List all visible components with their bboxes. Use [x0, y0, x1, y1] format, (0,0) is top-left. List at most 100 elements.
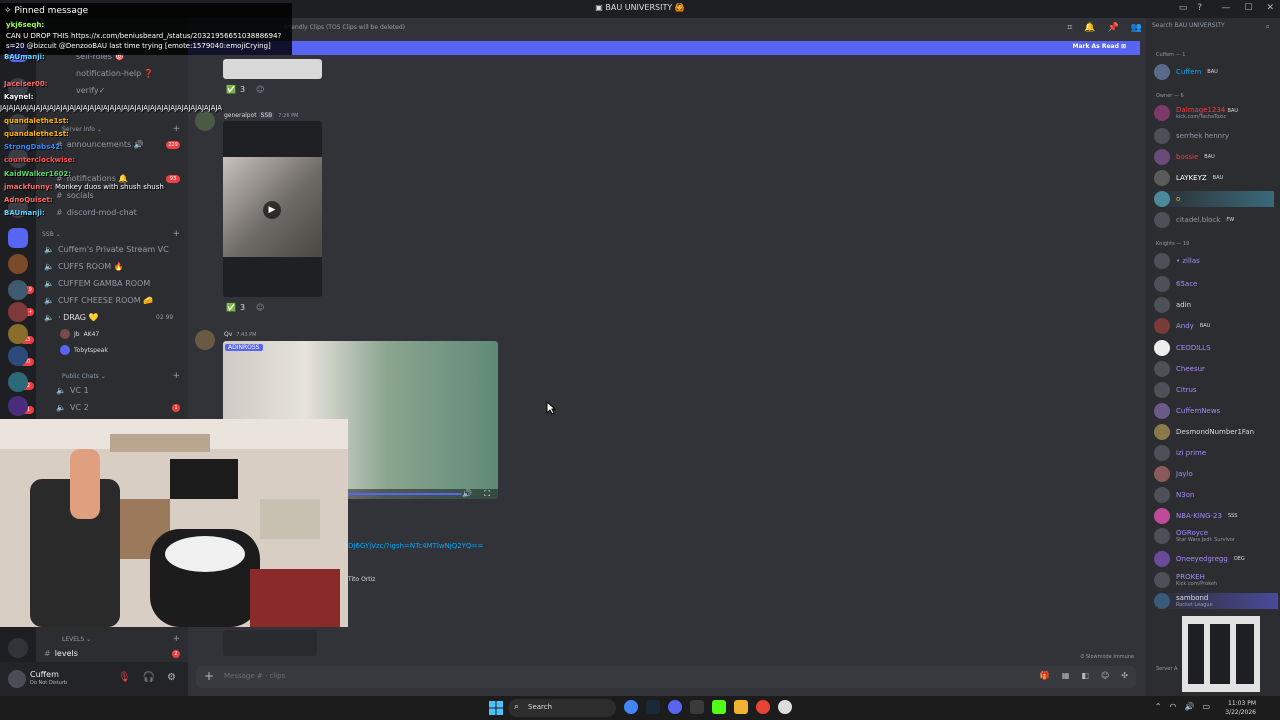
- server-search-input[interactable]: Search BAU UNIVERSITY ⌕: [1152, 22, 1274, 34]
- voice-channel[interactable]: 🔈 Cuffem's Private Stream VC: [44, 245, 169, 254]
- server-icon[interactable]: [8, 280, 28, 300]
- member-item[interactable]: CEODILLS: [1154, 340, 1211, 356]
- avatar[interactable]: [195, 111, 215, 131]
- member-item[interactable]: Cheesur: [1154, 361, 1205, 377]
- server-icon[interactable]: [8, 302, 28, 322]
- member-item[interactable]: Dalmage1234 BAU kick.com/TashaToxic: [1154, 105, 1238, 121]
- reaction[interactable]: ✅ 3: [226, 85, 245, 94]
- video-attachment[interactable]: ▶: [223, 121, 322, 297]
- close-button[interactable]: ✕: [1266, 3, 1274, 13]
- pin-icon[interactable]: 📌: [1108, 23, 1119, 33]
- member-item[interactable]: o: [1154, 191, 1274, 207]
- member-item[interactable]: NBA-KING-23 SSS: [1154, 508, 1237, 524]
- voice-channel-vc2[interactable]: 🔈 VC 2: [56, 403, 89, 412]
- windows-start-icon[interactable]: [489, 701, 503, 715]
- server-icon[interactable]: [8, 372, 28, 392]
- inbox-icon[interactable]: ▭: [1179, 3, 1188, 13]
- discover-icon[interactable]: [8, 638, 28, 658]
- help-icon[interactable]: ?: [1197, 3, 1202, 13]
- member-item[interactable]: serrhek hennry: [1154, 128, 1229, 144]
- member-item[interactable]: bossie BAU: [1154, 149, 1215, 165]
- server-icon[interactable]: [8, 324, 28, 344]
- voice-channel[interactable]: 🔈 CUFFEM GAMBA ROOM: [44, 279, 150, 288]
- channel-socials[interactable]: # socials: [56, 191, 94, 200]
- member-item[interactable]: Andy BAU: [1154, 318, 1210, 334]
- fullscreen-icon[interactable]: ⛶: [484, 489, 490, 499]
- add-channel-icon[interactable]: +: [172, 124, 180, 134]
- member-item[interactable]: izi prime: [1154, 445, 1206, 461]
- server-icon[interactable]: [8, 228, 28, 248]
- app-icon[interactable]: [690, 700, 704, 714]
- gif-icon[interactable]: ▦: [1062, 671, 1070, 680]
- member-item[interactable]: CuffemNews: [1154, 403, 1220, 419]
- voice-channel[interactable]: 🔈 CUFF CHEESE ROOM 🧀: [44, 296, 153, 305]
- chevron-up-icon[interactable]: ⌃: [1155, 702, 1162, 711]
- channel-discord-mod-chat[interactable]: # discord-mod-chat: [56, 208, 137, 217]
- chrome-icon[interactable]: [624, 700, 638, 714]
- server-icon[interactable]: [8, 396, 28, 416]
- username[interactable]: Cuffem: [30, 670, 59, 679]
- member-item[interactable]: • zillas: [1154, 253, 1200, 269]
- attachment-image[interactable]: [223, 59, 322, 79]
- volume-icon[interactable]: 🔊: [1184, 702, 1194, 711]
- mark-as-read-button[interactable]: Mark As Read ⊠: [1072, 43, 1126, 50]
- member-item[interactable]: Citrus: [1154, 382, 1197, 398]
- headphones-icon[interactable]: 🎧: [143, 672, 155, 683]
- category-ssb[interactable]: SSB ⌄: [42, 231, 61, 238]
- minimize-button[interactable]: —: [1221, 3, 1230, 13]
- reaction[interactable]: ✅ 3: [226, 303, 245, 312]
- member-item[interactable]: DesmondNumber1Fan: [1154, 424, 1254, 440]
- avatar[interactable]: [195, 330, 215, 350]
- member-item[interactable]: OGRoyce Star Wars Jedi: Survivor: [1154, 528, 1235, 544]
- message-author[interactable]: generalpot SSB 7:26 PM: [224, 112, 298, 119]
- server-icon[interactable]: [8, 346, 28, 366]
- sticker-icon[interactable]: ◧: [1081, 671, 1089, 680]
- volume-icon[interactable]: 🔊: [462, 489, 472, 498]
- voice-channel[interactable]: 🔈 CUFFS ROOM 🔥: [44, 262, 124, 271]
- app-icon[interactable]: [778, 700, 792, 714]
- category-levels[interactable]: LEVELS ⌄: [62, 636, 91, 643]
- voice-channel-vc1[interactable]: 🔈 VC 1: [56, 386, 89, 395]
- add-attachment-icon[interactable]: +: [204, 669, 214, 683]
- member-item[interactable]: Jaylo: [1154, 466, 1193, 482]
- maximize-button[interactable]: ☐: [1244, 3, 1252, 13]
- member-item[interactable]: citadel.block FW: [1154, 212, 1234, 228]
- file-explorer-icon[interactable]: [734, 700, 748, 714]
- member-item[interactable]: N3on: [1154, 487, 1194, 503]
- message-input[interactable]: Message # · clips: [224, 672, 285, 680]
- category-public-chats[interactable]: Public Chats ⌄: [62, 373, 106, 380]
- voice-user[interactable]: Tobytspeak: [60, 345, 108, 355]
- voice-user[interactable]: Jb AK47: [60, 329, 99, 339]
- member-item[interactable]: Cuffem BAU: [1154, 64, 1218, 80]
- play-icon[interactable]: ▶: [263, 201, 281, 219]
- taskbar-search[interactable]: ⌕ Search: [508, 699, 616, 717]
- discord-icon[interactable]: [668, 700, 682, 714]
- notification-bell-icon[interactable]: 🔔: [1084, 23, 1095, 33]
- channel-notification-help[interactable]: notification-help ❓: [76, 69, 154, 78]
- member-item[interactable]: sambond Rocket League: [1154, 593, 1278, 609]
- channel-announcements[interactable]: # announcements 🔊: [56, 140, 144, 149]
- add-reaction-icon[interactable]: ☺: [256, 303, 264, 312]
- new-messages-bar[interactable]: Mark As Read ⊠: [188, 41, 1140, 55]
- server-icon[interactable]: [8, 254, 28, 274]
- gear-icon[interactable]: ⚙: [167, 672, 176, 683]
- add-channel-icon[interactable]: +: [172, 229, 180, 239]
- member-item[interactable]: adin: [1154, 297, 1191, 313]
- taskbar-clock[interactable]: 11:03 PM 3/22/2026: [1225, 699, 1256, 717]
- chrome-icon[interactable]: [756, 700, 770, 714]
- voice-channel-drag[interactable]: 🔈 · DRAG 💛: [44, 313, 99, 322]
- member-item[interactable]: Oneeyedgregg OEG: [1154, 551, 1245, 567]
- message-link[interactable]: DJ6GYjVzc/?igsh=NTc4MTlwNjQ2YQ==: [348, 542, 483, 550]
- member-item[interactable]: 65ace: [1154, 276, 1197, 292]
- threads-icon[interactable]: ⌗: [1067, 23, 1072, 33]
- battery-icon[interactable]: ▭: [1202, 702, 1210, 711]
- attachment-image[interactable]: [223, 630, 317, 656]
- avatar[interactable]: [8, 670, 26, 688]
- member-list-icon[interactable]: 👥: [1131, 23, 1142, 33]
- member-item[interactable]: PROKEH Kick.com/Prokeh: [1154, 572, 1217, 588]
- add-channel-icon[interactable]: +: [172, 634, 180, 644]
- gift-icon[interactable]: 🎁: [1040, 671, 1050, 680]
- message-composer[interactable]: + Message # · clips 🎁 ▦ ◧ ☺ ✣: [196, 666, 1136, 688]
- add-channel-icon[interactable]: +: [172, 371, 180, 381]
- video-progress-bar[interactable]: [343, 493, 461, 495]
